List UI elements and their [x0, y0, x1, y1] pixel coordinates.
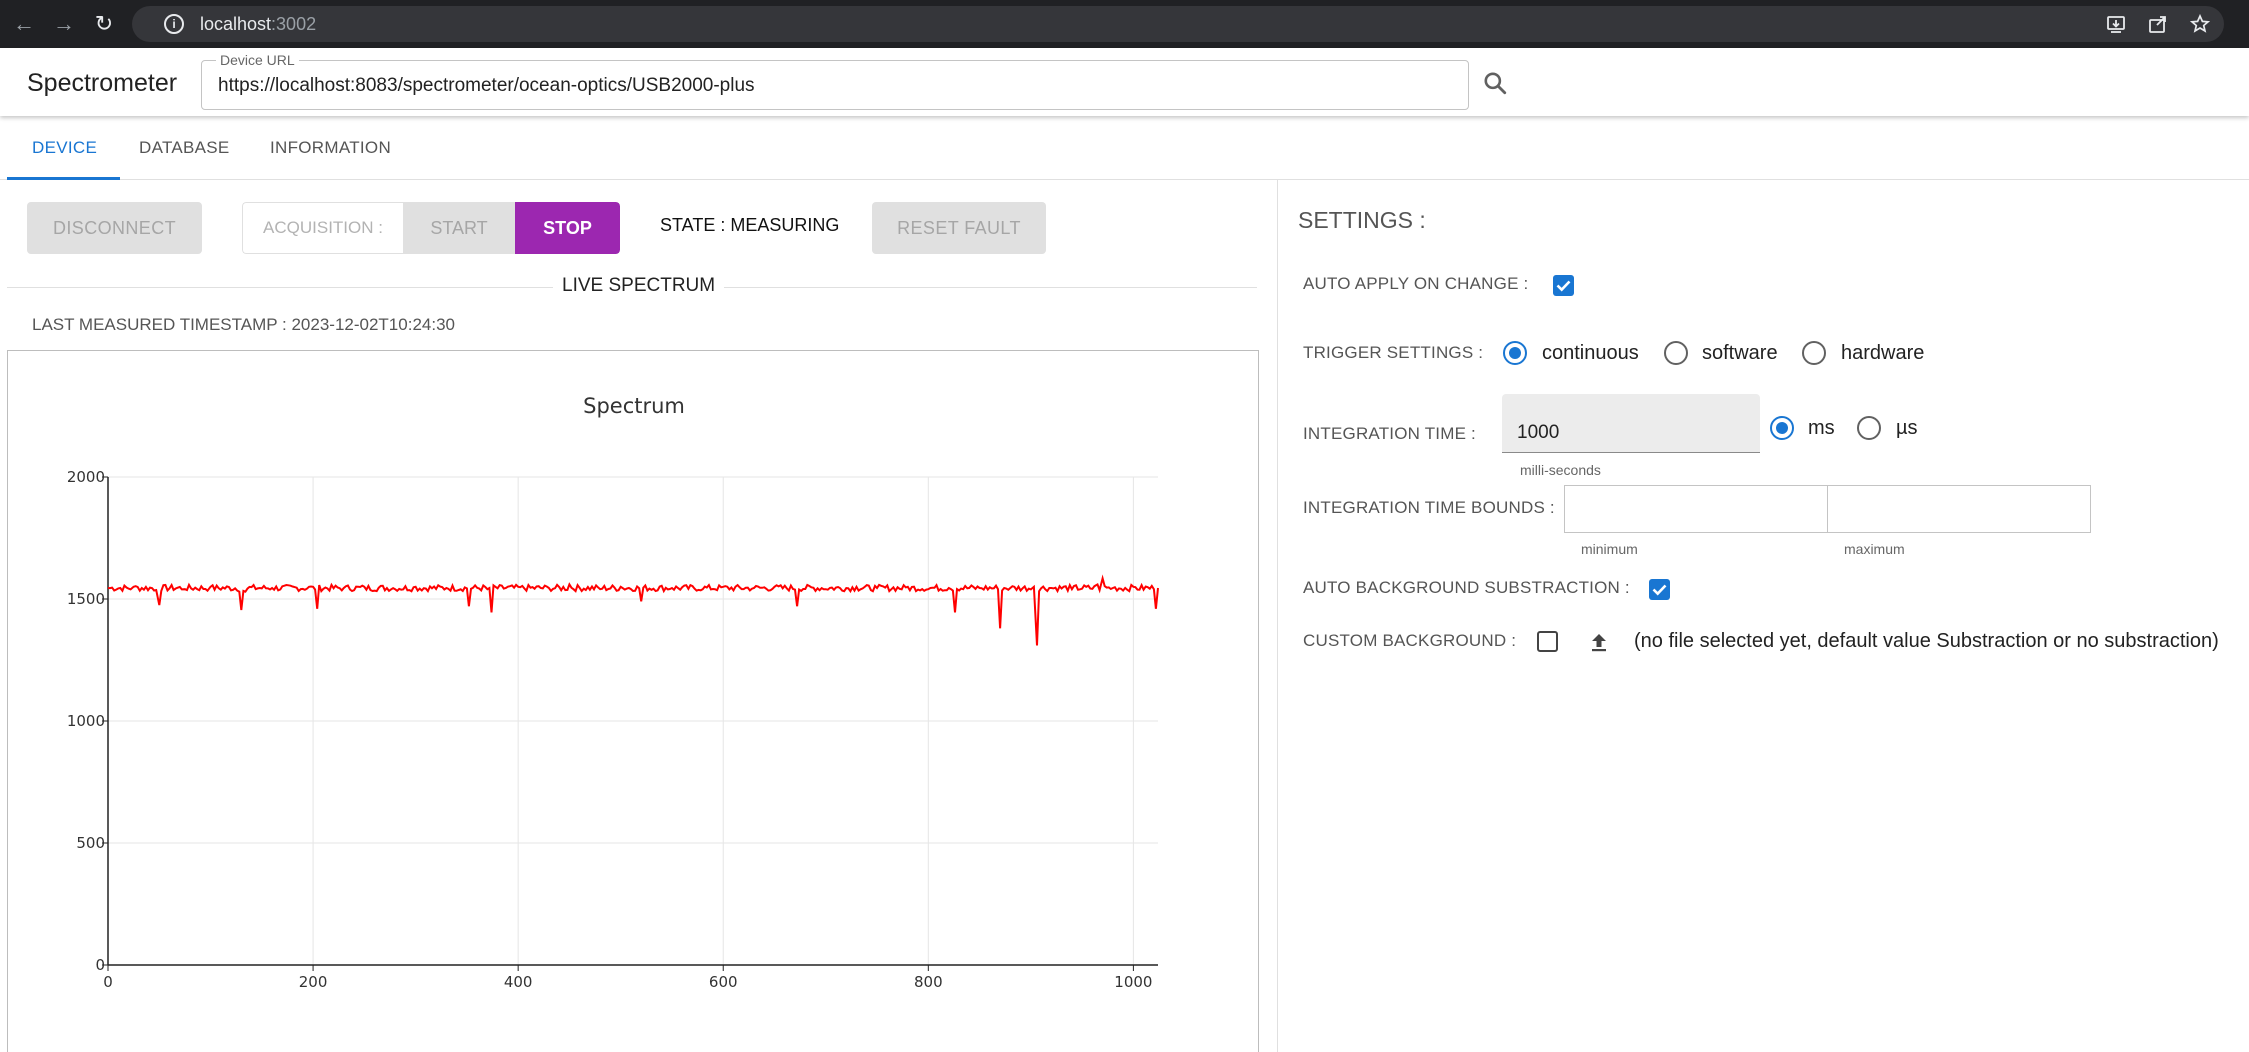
integration-time-input[interactable] — [1517, 420, 1747, 446]
tab-device[interactable]: DEVICE — [32, 116, 97, 180]
checkmark-icon — [1652, 584, 1667, 596]
x-tick-label: 0 — [103, 973, 113, 991]
unit-ms-radio[interactable] — [1770, 416, 1794, 440]
start-button[interactable]: START — [403, 202, 515, 254]
device-url-input[interactable] — [218, 72, 1448, 100]
y-tick-label: 0 — [95, 956, 105, 974]
x-tick-label: 800 — [914, 973, 943, 991]
spectrum-chart[interactable]: Spectrum 0 200 400 600 800 1000 0 500 1000 1500 200… — [7, 350, 1259, 1052]
y-tick-label: 2000 — [67, 468, 105, 486]
upload-icon[interactable] — [1587, 630, 1611, 654]
x-tick-label: 400 — [504, 973, 533, 991]
device-url-label: Device URL — [216, 52, 299, 68]
unit-ms-label: ms — [1808, 417, 1835, 439]
chart-title: Spectrum — [583, 394, 685, 418]
bounds-maximum-field — [1827, 485, 2091, 533]
panel-divider — [1277, 180, 1278, 1052]
bounds-minimum-input[interactable] — [1565, 486, 1827, 532]
back-arrow-icon[interactable]: ← — [4, 4, 44, 44]
integration-time-helper: milli-seconds — [1520, 462, 1601, 478]
spectrum-chart-svg: Spectrum 0 200 400 600 800 1000 0 500 1000 1500 200… — [67, 394, 1159, 991]
auto-background-label: AUTO BACKGROUND SUBSTRACTION : — [1303, 578, 1630, 597]
bounds-maximum-helper: maximum — [1844, 541, 1905, 557]
custom-background-checkbox[interactable] — [1537, 631, 1558, 652]
tab-bar: DEVICE DATABASE INFORMATION — [0, 116, 2249, 180]
app-title: Spectrometer — [27, 69, 178, 97]
browser-toolbar: ← → ↻ i localhost:3002 — [0, 0, 2249, 48]
auto-background-checkbox[interactable] — [1649, 579, 1670, 600]
reload-icon[interactable]: ↻ — [84, 4, 124, 44]
device-url-field: Device URL — [201, 52, 1469, 110]
forward-arrow-icon[interactable]: → — [44, 4, 84, 44]
spectrum-series-line — [107, 574, 1159, 646]
last-measured-timestamp: LAST MEASURED TIMESTAMP : 2023-12-02T10:… — [32, 315, 455, 334]
y-tick-label: 1500 — [67, 590, 105, 608]
live-spectrum-title: LIVE SPECTRUM — [553, 275, 725, 297]
search-button[interactable] — [1480, 68, 1510, 98]
stop-button[interactable]: STOP — [515, 202, 620, 254]
trigger-hardware-label: hardware — [1841, 342, 1925, 364]
trigger-continuous-radio[interactable] — [1503, 341, 1527, 365]
trigger-continuous-label: continuous — [1542, 342, 1639, 364]
checkmark-icon — [1556, 280, 1571, 292]
x-tick-label: 1000 — [1114, 973, 1152, 991]
settings-title: SETTINGS : — [1298, 207, 1426, 233]
reset-fault-button[interactable]: RESET FAULT — [872, 202, 1046, 254]
bounds-minimum-field — [1564, 485, 1828, 533]
disconnect-button[interactable]: DISCONNECT — [27, 202, 202, 254]
bounds-minimum-helper: minimum — [1581, 541, 1638, 557]
custom-background-status: (no file selected yet, default value Sub… — [1634, 630, 2219, 652]
unit-us-label: µs — [1896, 417, 1918, 439]
trigger-hardware-radio[interactable] — [1802, 341, 1826, 365]
auto-apply-label: AUTO APPLY ON CHANGE : — [1303, 274, 1529, 293]
tab-information[interactable]: INFORMATION — [270, 116, 391, 180]
trigger-settings-label: TRIGGER SETTINGS : — [1303, 343, 1484, 362]
y-tick-label: 1000 — [67, 712, 105, 730]
auto-apply-checkbox[interactable] — [1553, 275, 1574, 296]
acquisition-label: ACQUISITION : — [242, 202, 403, 254]
search-icon — [1484, 72, 1507, 95]
bookmark-star-icon[interactable] — [2190, 14, 2210, 34]
x-tick-label: 200 — [299, 973, 328, 991]
address-host: localhost — [200, 13, 272, 34]
address-bar[interactable]: i localhost:3002 — [132, 6, 2224, 42]
custom-background-label: CUSTOM BACKGROUND : — [1303, 631, 1517, 650]
install-app-icon[interactable] — [2106, 14, 2126, 34]
tab-database[interactable]: DATABASE — [139, 116, 230, 180]
address-port: :3002 — [271, 13, 317, 34]
y-tick-label: 500 — [76, 834, 105, 852]
trigger-software-label: software — [1702, 342, 1778, 364]
integration-time-field — [1502, 394, 1760, 453]
bounds-maximum-input[interactable] — [1828, 486, 2090, 532]
trigger-software-radio[interactable] — [1664, 341, 1688, 365]
acquisition-group: ACQUISITION : START STOP — [242, 202, 620, 254]
device-state: STATE : MEASURING — [660, 215, 840, 235]
active-tab-indicator — [7, 177, 120, 180]
unit-us-radio[interactable] — [1857, 416, 1881, 440]
integration-time-bounds-label: INTEGRATION TIME BOUNDS : — [1303, 498, 1555, 517]
share-icon[interactable] — [2148, 14, 2168, 34]
app-bar: Spectrometer Device URL — [0, 48, 2249, 116]
site-info-icon[interactable]: i — [164, 14, 184, 34]
integration-time-label: INTEGRATION TIME : — [1303, 424, 1476, 443]
x-tick-label: 600 — [709, 973, 738, 991]
